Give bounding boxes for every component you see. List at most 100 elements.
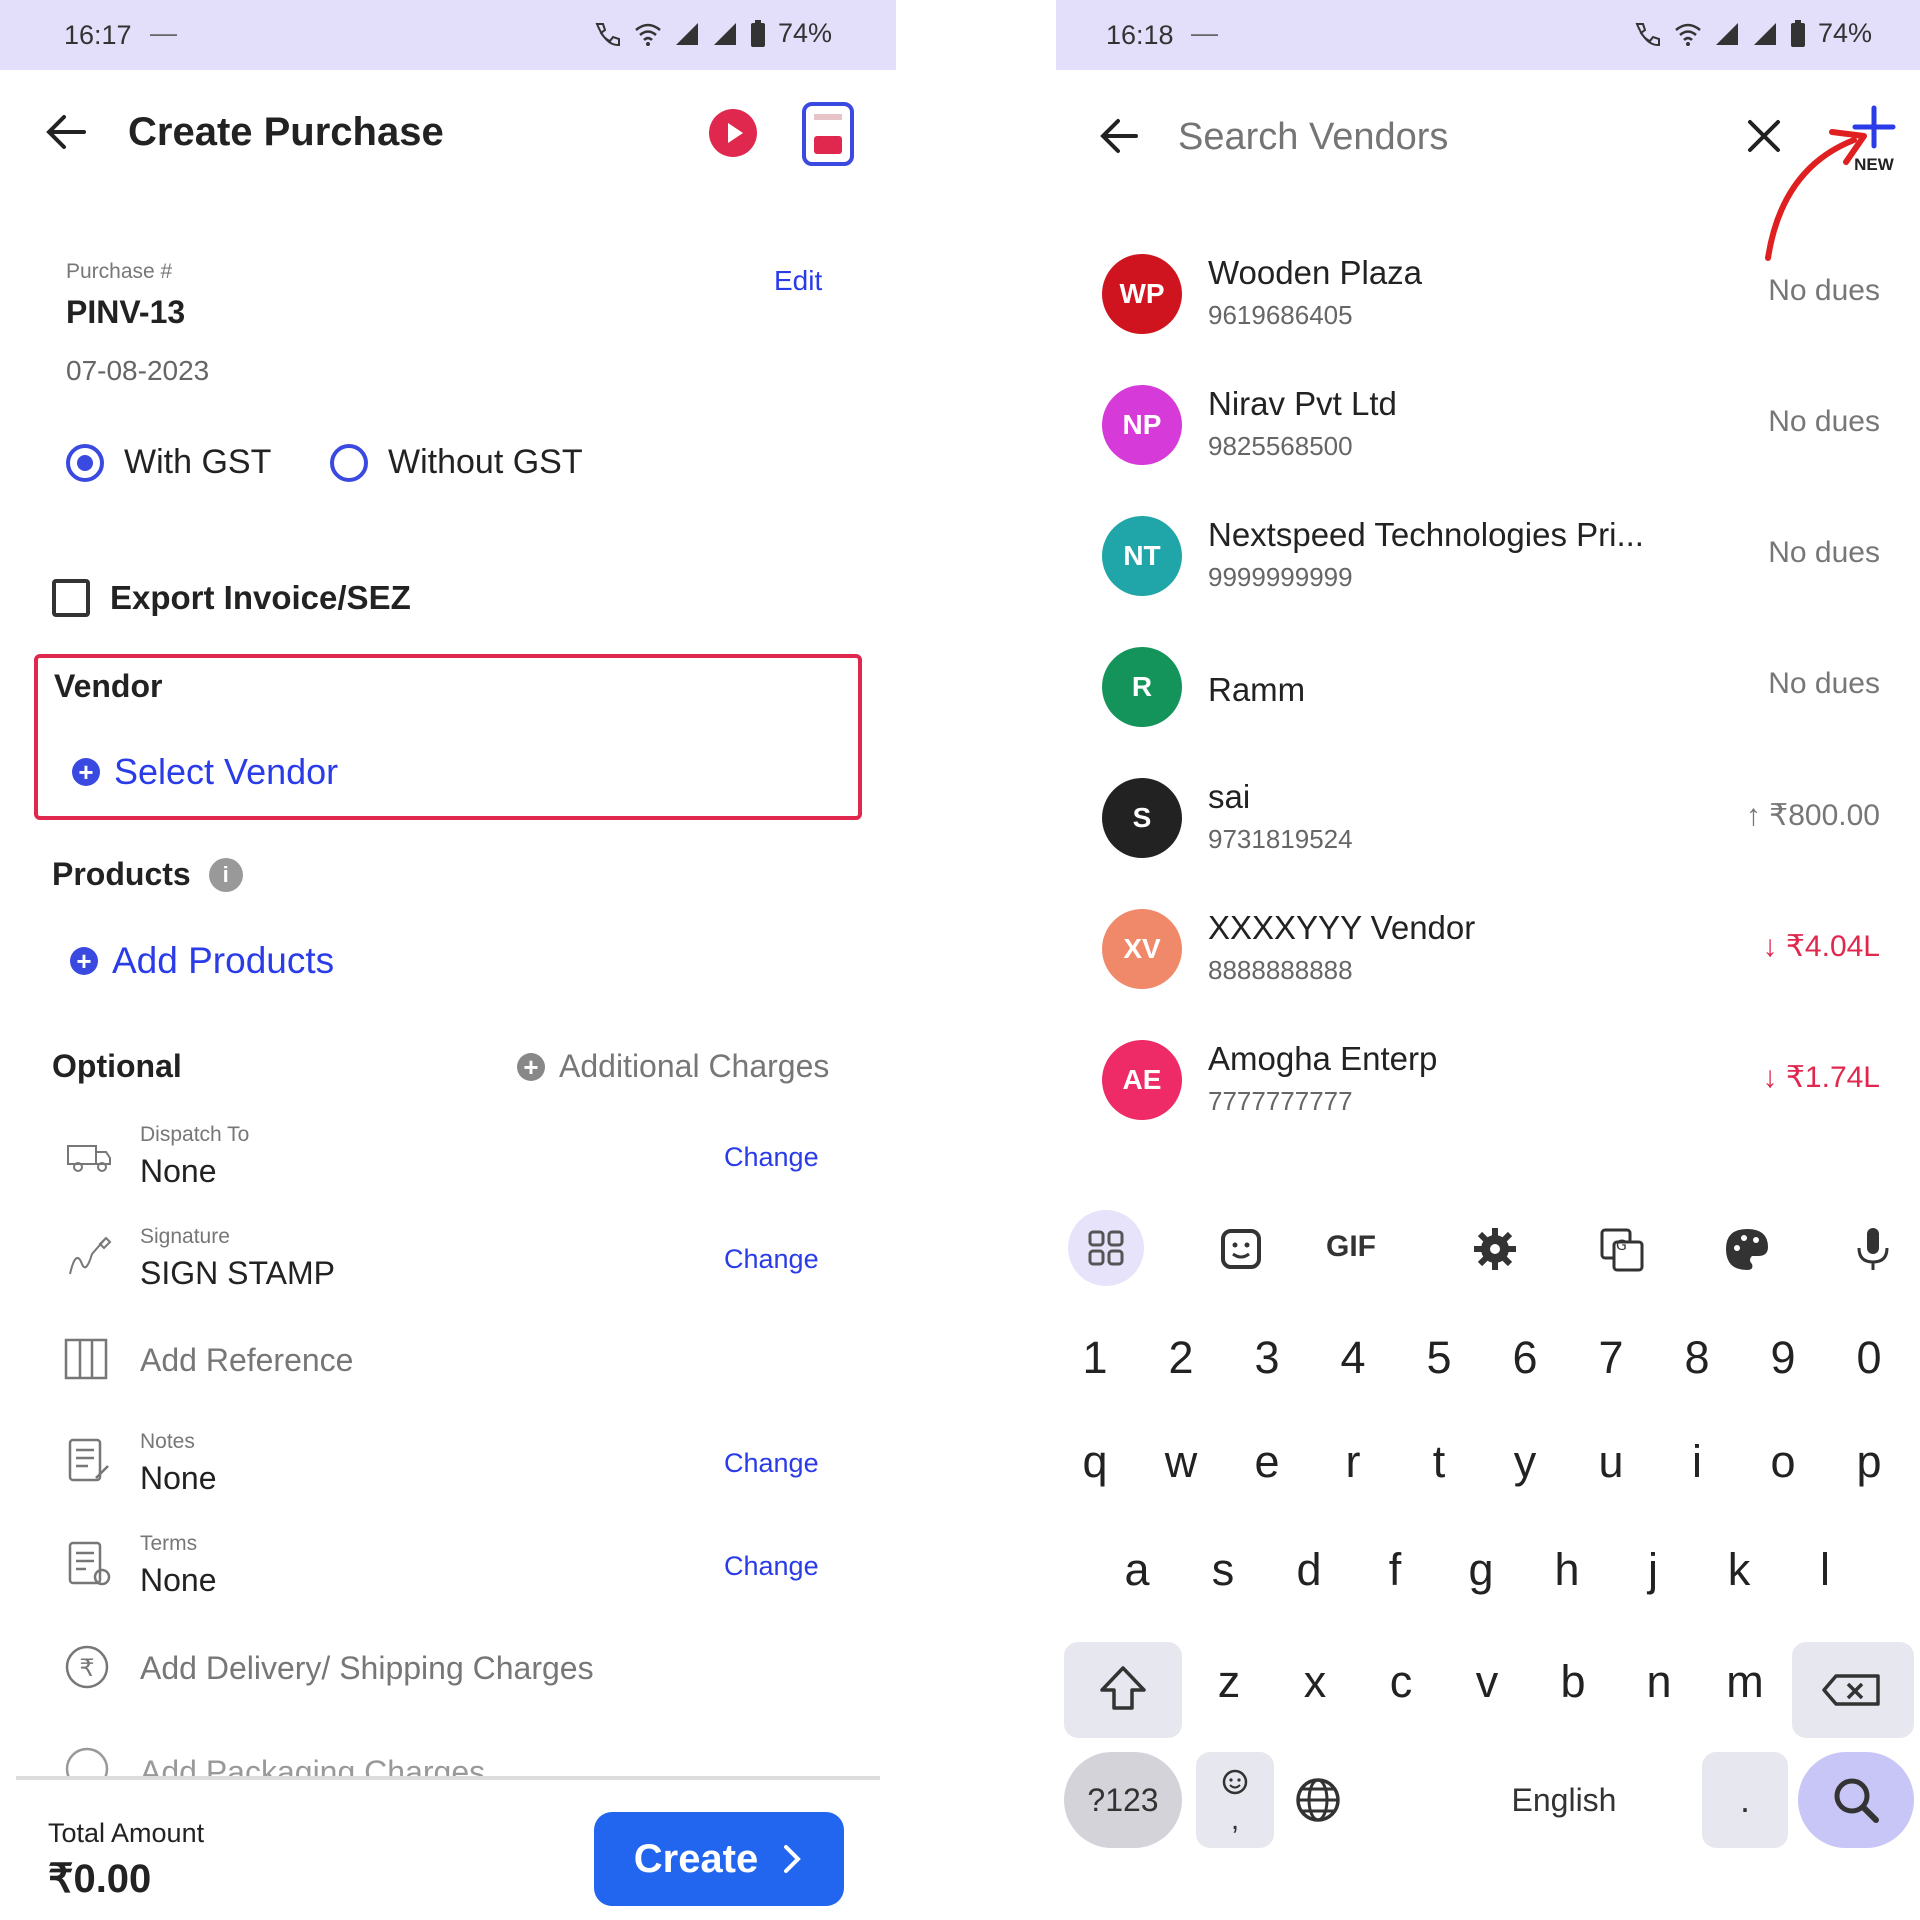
add-delivery-charges-button[interactable]: Add Delivery/ Shipping Charges xyxy=(140,1650,594,1687)
add-reference-button[interactable]: Add Reference xyxy=(140,1342,353,1379)
period-key[interactable]: . xyxy=(1702,1752,1788,1848)
key-o[interactable]: o xyxy=(1748,1436,1818,1488)
vendor-phone: 9999999999 xyxy=(1208,562,1353,592)
settings-icon[interactable] xyxy=(1460,1214,1530,1284)
signature-pen-icon xyxy=(69,1236,112,1275)
vendor-list-item[interactable]: AE Amogha Enterp 7777777777 ↓ ₹1.74L xyxy=(1056,1026,1920,1157)
vendor-name: Ramm xyxy=(1208,671,1306,708)
change-dispatch-button[interactable]: Change xyxy=(724,1142,819,1173)
add-packaging-charges-button[interactable]: Add Packaging Charges xyxy=(140,1754,485,1776)
key-j[interactable]: j xyxy=(1618,1544,1688,1596)
vendor-list-item[interactable]: Ssai 9731819524 ↑ ₹800.00 xyxy=(1056,764,1920,895)
key-7[interactable]: 7 xyxy=(1576,1332,1646,1384)
symbols-key[interactable]: ?123 xyxy=(1064,1752,1182,1848)
vendor-dues-status: No dues xyxy=(1768,274,1880,307)
key-e[interactable]: e xyxy=(1232,1436,1302,1488)
change-terms-button[interactable]: Change xyxy=(724,1551,819,1582)
vendor-list-item[interactable]: R Ramm No dues xyxy=(1056,633,1920,764)
info-icon[interactable]: i xyxy=(208,857,243,892)
vendor-phone: 9619686405 xyxy=(1208,300,1353,330)
key-1[interactable]: 1 xyxy=(1060,1332,1130,1384)
translate-icon[interactable]: G xyxy=(1586,1214,1656,1284)
vendor-name: Amogha Enterp xyxy=(1208,1040,1438,1077)
shift-key[interactable] xyxy=(1064,1642,1182,1738)
mic-icon[interactable] xyxy=(1838,1214,1908,1284)
notes-value: None xyxy=(140,1460,217,1496)
globe-icon[interactable] xyxy=(1292,1774,1344,1826)
key-q[interactable]: q xyxy=(1060,1436,1130,1488)
vendor-phone: 7777777777 xyxy=(1208,1086,1353,1116)
add-products-button[interactable]: + Add Products xyxy=(70,940,334,982)
key-2[interactable]: 2 xyxy=(1146,1332,1216,1384)
status-icons: 74% xyxy=(1632,18,1872,49)
key-5[interactable]: 5 xyxy=(1404,1332,1474,1384)
key-v[interactable]: v xyxy=(1452,1656,1522,1708)
key-9[interactable]: 9 xyxy=(1748,1332,1818,1384)
key-l[interactable]: l xyxy=(1790,1544,1860,1596)
change-notes-button[interactable]: Change xyxy=(724,1448,819,1479)
sticker-icon[interactable] xyxy=(1206,1214,1276,1284)
video-tutorial-button[interactable] xyxy=(709,109,757,157)
key-z[interactable]: z xyxy=(1194,1656,1264,1708)
apps-grid-button[interactable] xyxy=(1068,1210,1144,1286)
key-r[interactable]: r xyxy=(1318,1436,1388,1488)
vendor-dues-status: No dues xyxy=(1768,667,1880,700)
with-gst-option[interactable]: With GST xyxy=(66,443,271,482)
key-s[interactable]: s xyxy=(1188,1544,1258,1596)
vendor-list-item[interactable]: XV XXXXYYY Vendor 8888888888 ↓ ₹4.04L xyxy=(1056,895,1920,1026)
key-y[interactable]: y xyxy=(1490,1436,1560,1488)
key-6[interactable]: 6 xyxy=(1490,1332,1560,1384)
key-a[interactable]: a xyxy=(1102,1544,1172,1596)
key-w[interactable]: w xyxy=(1146,1436,1216,1488)
create-button[interactable]: Create xyxy=(594,1812,844,1906)
key-n[interactable]: n xyxy=(1624,1656,1694,1708)
products-label: Products xyxy=(52,856,191,892)
export-invoice-option[interactable]: Export Invoice/SEZ xyxy=(52,579,411,617)
invoice-preview-button[interactable] xyxy=(802,102,854,166)
without-gst-option[interactable]: Without GST xyxy=(330,443,583,482)
search-vendors-input[interactable] xyxy=(1176,110,1600,164)
backspace-key[interactable] xyxy=(1792,1642,1914,1738)
key-3[interactable]: 3 xyxy=(1232,1332,1302,1384)
without-gst-radio[interactable] xyxy=(330,443,368,482)
key-0[interactable]: 0 xyxy=(1834,1332,1904,1384)
key-d[interactable]: d xyxy=(1274,1544,1344,1596)
vendor-list-item[interactable]: NP Nirav Pvt Ltd 9825568500 No dues xyxy=(1056,371,1920,502)
total-amount-label: Total Amount xyxy=(48,1818,205,1848)
select-vendor-button[interactable]: + Select Vendor xyxy=(72,751,338,793)
emoji-comma-key[interactable]: , xyxy=(1196,1752,1274,1848)
additional-charges-button[interactable]: + Additional Charges xyxy=(517,1048,829,1085)
key-x[interactable]: x xyxy=(1280,1656,1350,1708)
back-arrow-icon[interactable] xyxy=(44,112,88,152)
vendor-name: sai xyxy=(1208,778,1251,815)
key-g[interactable]: g xyxy=(1446,1544,1516,1596)
chevron-right-icon xyxy=(784,1845,802,1873)
edit-purchase-button[interactable]: Edit xyxy=(774,265,822,297)
key-m[interactable]: m xyxy=(1710,1656,1780,1708)
gif-button[interactable]: GIF xyxy=(1326,1230,1376,1264)
palette-icon[interactable] xyxy=(1712,1214,1782,1284)
key-i[interactable]: i xyxy=(1662,1436,1732,1488)
signature-label: Signature xyxy=(140,1225,230,1248)
key-8[interactable]: 8 xyxy=(1662,1332,1732,1384)
key-t[interactable]: t xyxy=(1404,1436,1474,1488)
rupee-circle-icon xyxy=(65,1747,109,1776)
create-label: Create xyxy=(633,1836,759,1881)
with-gst-radio[interactable] xyxy=(66,443,104,482)
key-b[interactable]: b xyxy=(1538,1656,1608,1708)
key-k[interactable]: k xyxy=(1704,1544,1774,1596)
vendor-list-item[interactable]: NT Nextspeed Technologies Pri... 999999999… xyxy=(1056,502,1920,633)
key-4[interactable]: 4 xyxy=(1318,1332,1388,1384)
search-action-key[interactable] xyxy=(1798,1752,1914,1848)
purchase-date[interactable]: 07-08-2023 xyxy=(66,355,209,387)
back-arrow-icon[interactable] xyxy=(1098,116,1140,156)
key-c[interactable]: c xyxy=(1366,1656,1436,1708)
without-gst-label: Without GST xyxy=(388,443,583,481)
vendor-list-item[interactable]: WP Wooden Plaza 9619686405 No dues xyxy=(1056,240,1920,371)
key-p[interactable]: p xyxy=(1834,1436,1904,1488)
key-h[interactable]: h xyxy=(1532,1544,1602,1596)
key-f[interactable]: f xyxy=(1360,1544,1430,1596)
key-u[interactable]: u xyxy=(1576,1436,1646,1488)
export-invoice-checkbox[interactable] xyxy=(52,579,90,617)
change-signature-button[interactable]: Change xyxy=(724,1244,819,1275)
